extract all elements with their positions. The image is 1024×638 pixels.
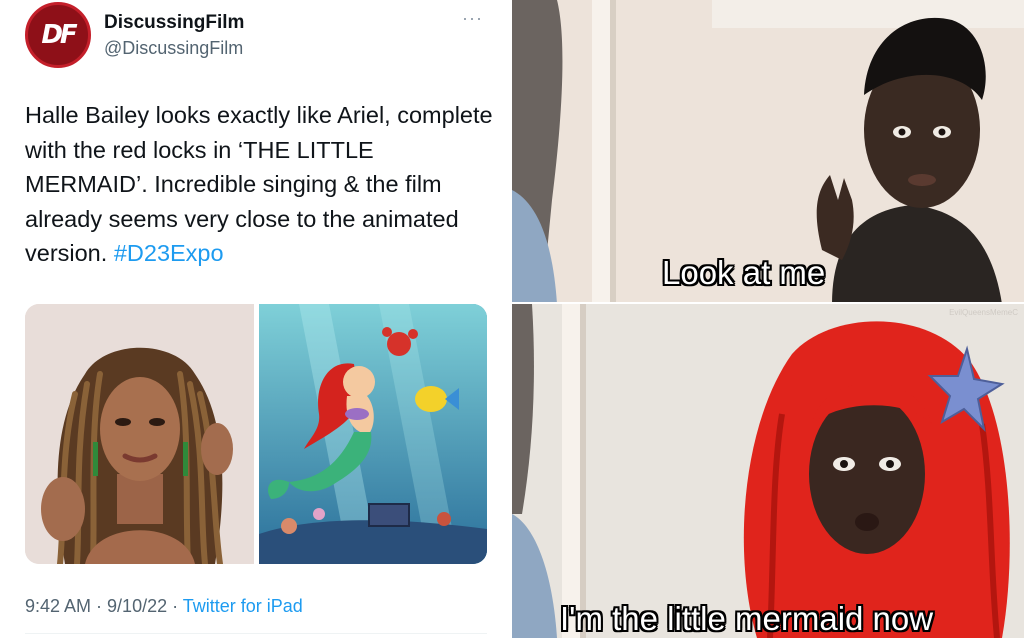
photo-animated-ariel[interactable] [259,304,487,564]
user-handle[interactable]: @DiscussingFilm [104,38,243,59]
tweet-text: Halle Bailey looks exactly like Ariel, c… [25,98,495,271]
tweet-card: DF DiscussingFilm @DiscussingFilm ··· Ha… [0,0,512,638]
hashtag-link[interactable]: #D23Expo [114,240,224,266]
tweet-date[interactable]: 9/10/22 [107,596,167,616]
meta-separator: · [167,596,183,616]
meme-caption-bottom: I'm the little mermaid now [559,599,934,638]
divider [25,633,487,634]
tweet-source-link[interactable]: Twitter for iPad [183,596,303,616]
underwater-illustration [259,304,487,564]
watermark: EvilQueensMemeC [949,308,1018,317]
photo-portrait[interactable] [25,304,254,564]
meme-panel-bottom: EvilQueensMemeC I'm the little mermaid n… [512,304,1024,638]
portrait-illustration [25,304,254,564]
more-options-icon[interactable]: ··· [462,8,483,29]
avatar-logo: DF [41,20,77,50]
tweet-time[interactable]: 9:42 AM [25,596,91,616]
meme-caption-top: Look at me [661,253,826,292]
tweet-media [25,304,487,564]
meme-bottom-illustration [512,304,1024,638]
avatar[interactable]: DF [25,2,91,68]
tweet-body: Halle Bailey looks exactly like Ariel, c… [25,102,493,266]
meta-separator: · [91,596,108,616]
display-name[interactable]: DiscussingFilm [104,12,244,34]
tweet-meta: 9:42 AM · 9/10/22 · Twitter for iPad [25,596,303,617]
meme-panel-top: Look at me [512,0,1024,304]
